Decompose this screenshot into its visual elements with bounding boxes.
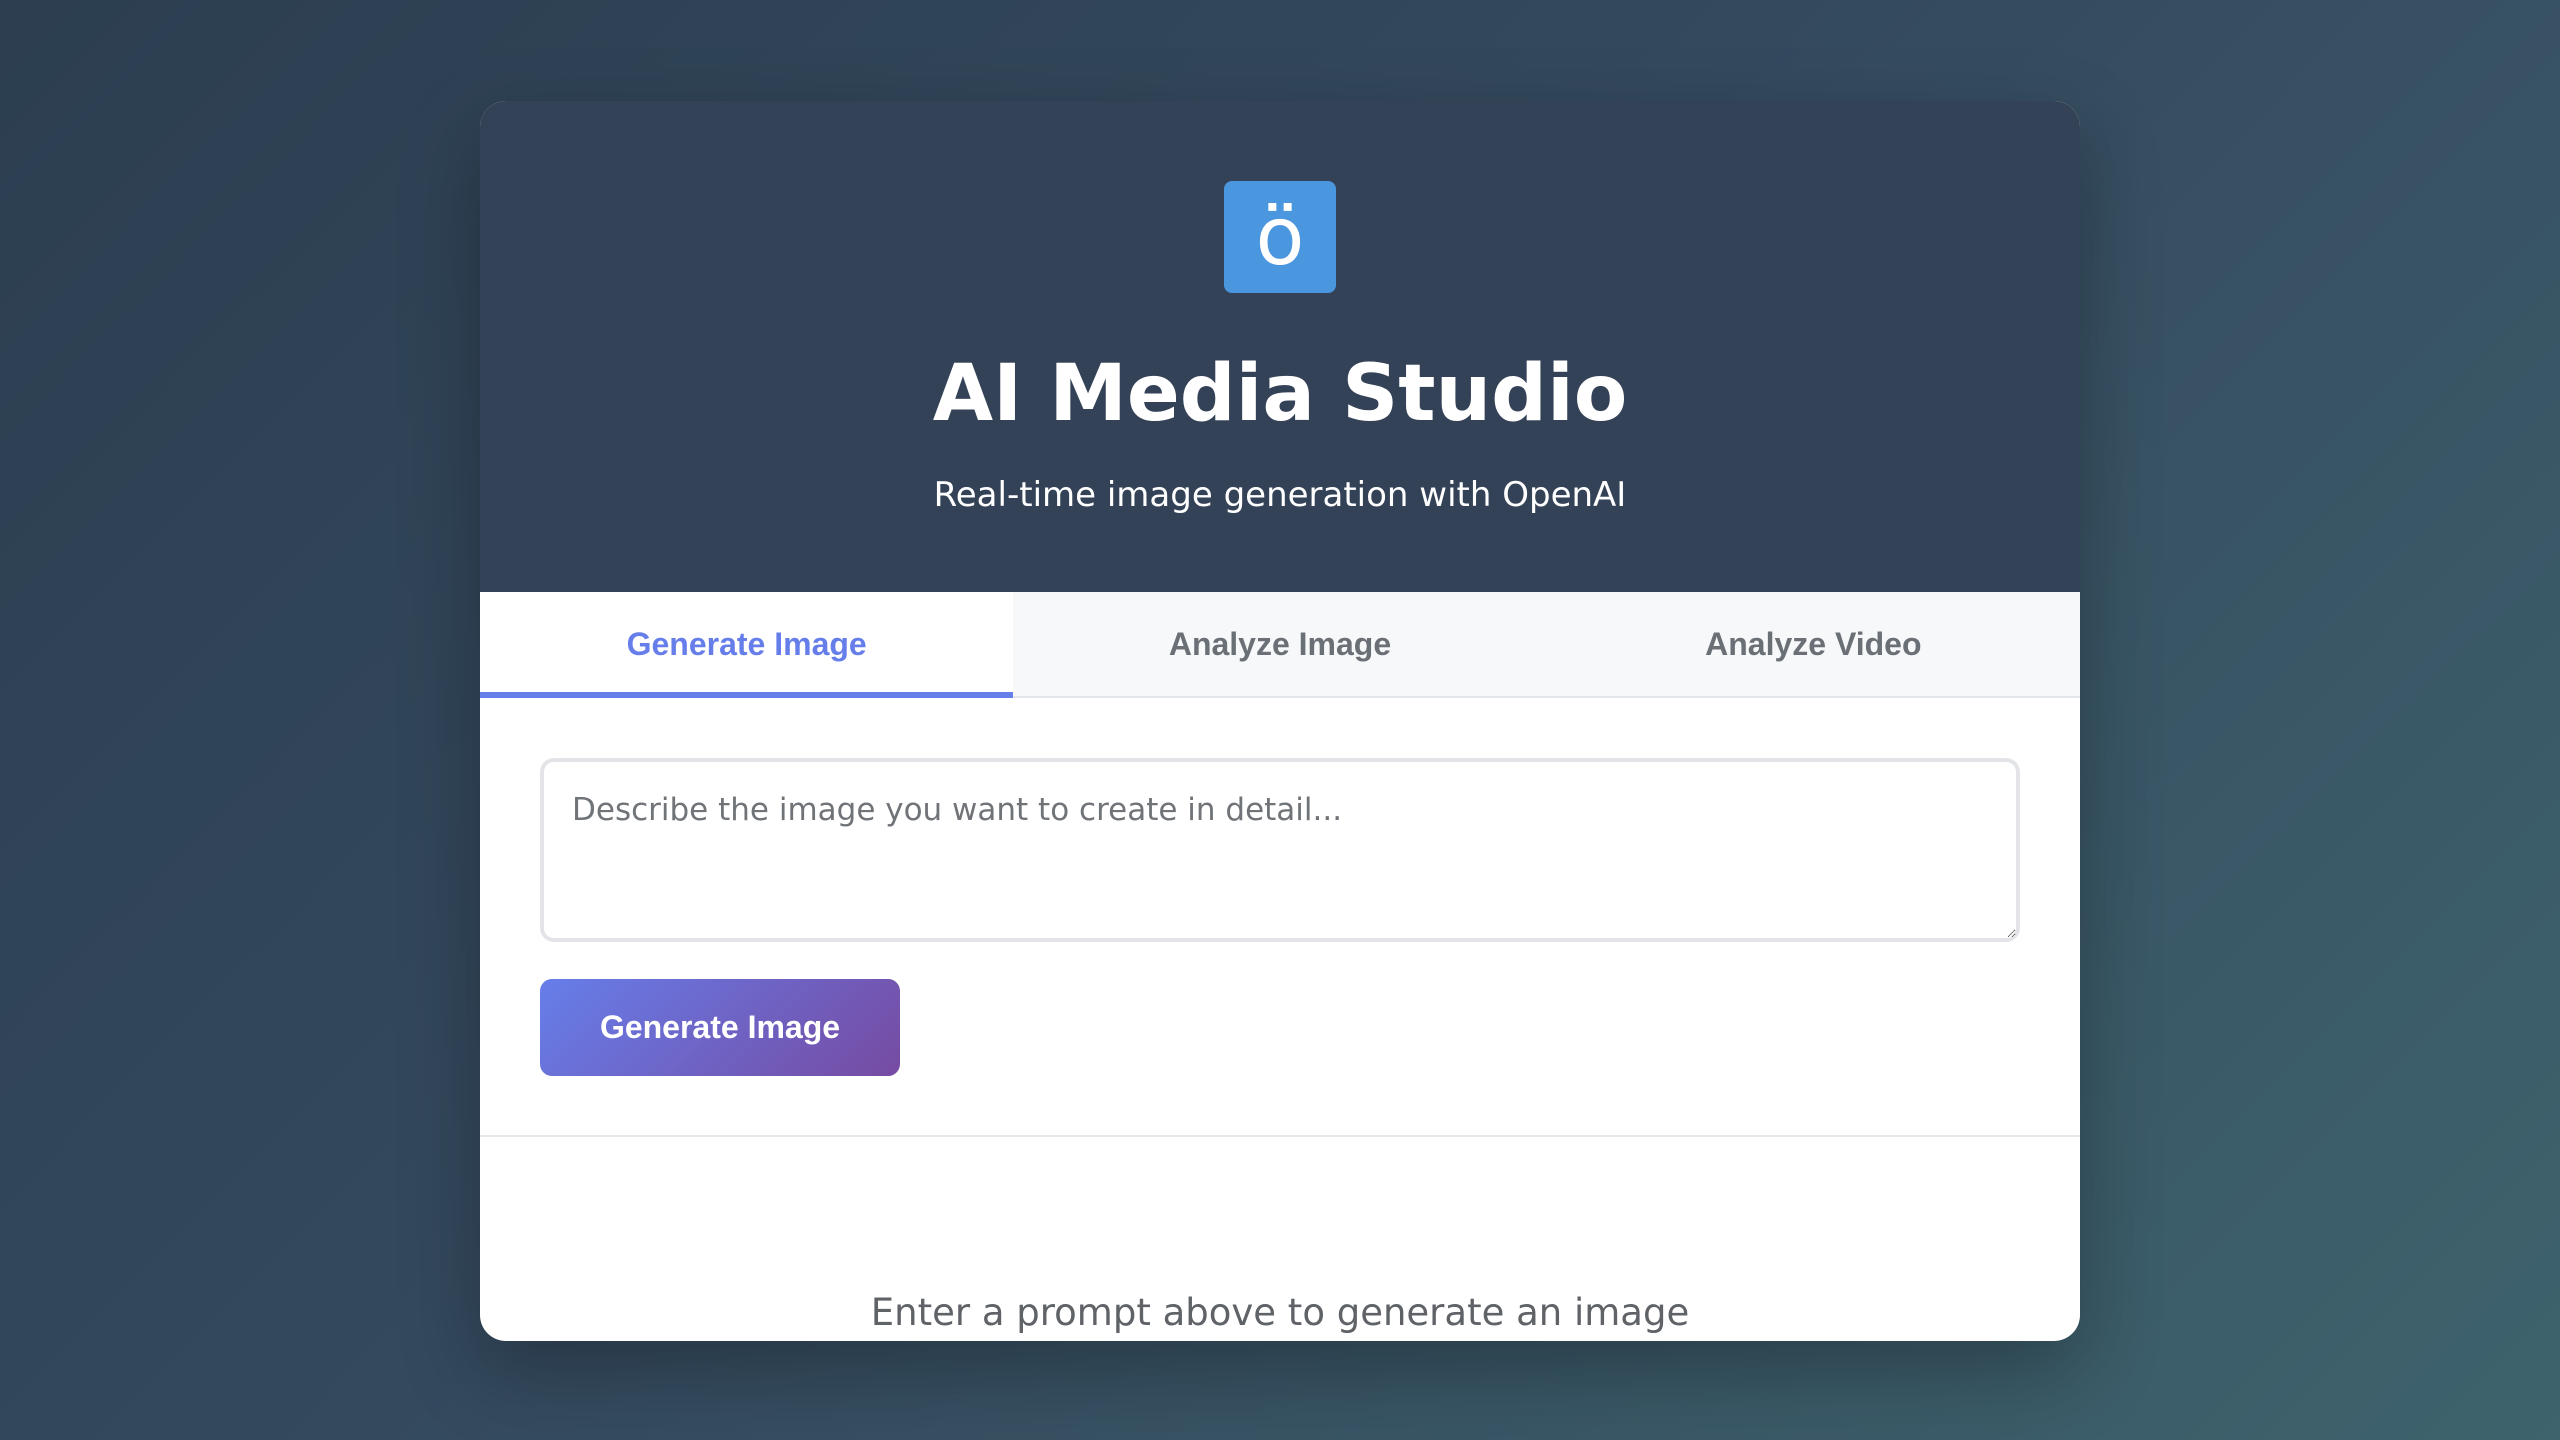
- page-subtitle: Real-time image generation with OpenAI: [933, 475, 1627, 515]
- tab-analyze-image[interactable]: Analyze Image: [1013, 592, 1546, 696]
- tab-generate-image[interactable]: Generate Image: [480, 592, 1014, 698]
- studio-card: ö AI Media Studio Real-time image genera…: [480, 101, 2080, 1341]
- empty-state-message: Enter a prompt above to generate an imag…: [870, 1291, 1690, 1334]
- app-logo-icon: ö: [1224, 181, 1336, 293]
- generate-image-button[interactable]: Generate Image: [540, 979, 900, 1076]
- header: ö AI Media Studio Real-time image genera…: [480, 101, 2080, 592]
- tab-bar: Generate Image Analyze Image Analyze Vid…: [480, 592, 2080, 698]
- page-title: AI Media Studio: [932, 349, 1628, 439]
- tab-analyze-video[interactable]: Analyze Video: [1547, 592, 2080, 696]
- section-divider: [480, 1135, 2080, 1137]
- prompt-input[interactable]: [540, 758, 2020, 942]
